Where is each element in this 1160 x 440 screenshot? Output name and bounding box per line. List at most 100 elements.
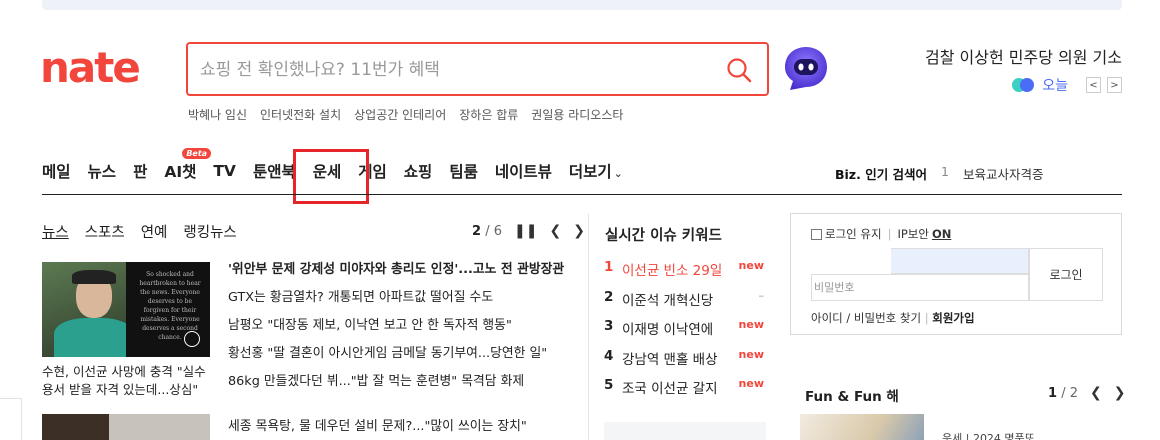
realtime-rank: 5 bbox=[604, 377, 614, 393]
today-label[interactable]: 오늘 bbox=[1042, 75, 1068, 95]
nav-more[interactable]: 더보기 ⌄ bbox=[569, 160, 623, 182]
realtime-item[interactable]: 2 이준석 개혁신당 – bbox=[604, 289, 764, 319]
keyword-link[interactable]: 상업공간 인테리어 bbox=[354, 106, 446, 123]
realtime-word: 이재명 이낙연에 bbox=[622, 322, 714, 338]
find-account-link[interactable]: 아이디 / 비밀번호 찾기 bbox=[811, 311, 921, 325]
news-headline[interactable]: 남평오 "대장동 제보, 이낙연 보고 안 한 독자적 행동" bbox=[228, 317, 568, 345]
today-prev-button[interactable]: < bbox=[1086, 77, 1101, 93]
news-pager: 2 / 6 ❚❚ ❮ ❯ bbox=[472, 223, 585, 239]
nate-logo[interactable]: nate bbox=[40, 43, 162, 92]
news-headline[interactable]: 세종 목욕탕, 물 데우던 설비 문제?..."많이 쓰이는 장치" bbox=[228, 415, 527, 434]
realtime-item[interactable]: 5 조국 이선균 갈지 new bbox=[604, 377, 764, 407]
headline-news-link[interactable]: 검찰 이상헌 민주당 의원 기소 bbox=[925, 44, 1122, 68]
nav-tv[interactable]: TV bbox=[213, 162, 236, 180]
keyword-link[interactable]: 인터넷전화 설치 bbox=[260, 106, 341, 123]
realtime-title: 실시간 이슈 키워드 bbox=[605, 228, 722, 244]
join-link[interactable]: 회원가입 bbox=[932, 311, 974, 325]
side-floating-tab[interactable] bbox=[0, 398, 22, 440]
realtime-status: new bbox=[738, 318, 764, 331]
realtime-status: new bbox=[738, 259, 764, 272]
top-banner-strip bbox=[42, 0, 1122, 10]
keyword-link[interactable]: 권일용 라디오스타 bbox=[531, 106, 623, 123]
keyword-link[interactable]: 장하은 합류 bbox=[459, 106, 518, 123]
today-dots-icon bbox=[1012, 77, 1036, 93]
next-arrow-icon[interactable]: ❯ bbox=[1114, 385, 1126, 401]
ip-security-label: IP보안 bbox=[897, 227, 929, 241]
next-arrow-icon[interactable]: ❯ bbox=[573, 223, 585, 239]
realtime-item[interactable]: 1 이선균 빈소 29일 new bbox=[604, 259, 764, 289]
biz-popular-search: Biz. 인기 검색어 1 보육교사자격증 bbox=[835, 164, 1044, 183]
realtime-rank: 4 bbox=[604, 347, 614, 364]
news-thumbnail-caption[interactable]: 수현, 이선균 사망에 충격 "실수 용서 받을 자격 있는데...상심" bbox=[42, 363, 214, 399]
fun-section-title: Fun & Fun 해 bbox=[805, 389, 899, 405]
fun-item-title[interactable]: 운세 | 2024 명품또 bbox=[942, 430, 1035, 440]
realtime-rank: 1 bbox=[604, 259, 614, 275]
news-list: '위안부 문제 강제성 미야자와 총리도 인정'...고노 전 관방장관 GTX… bbox=[228, 261, 568, 401]
recommended-keywords: 박혜나 임신 인터넷전화 설치 상업공간 인테리어 장하은 합류 권일용 라디오… bbox=[188, 106, 623, 123]
keep-login-checkbox[interactable] bbox=[811, 228, 822, 240]
beta-badge: Beta bbox=[182, 148, 212, 159]
search-box bbox=[186, 42, 769, 96]
fun-thumbnail[interactable] bbox=[800, 414, 924, 440]
prev-arrow-icon[interactable]: ❮ bbox=[1090, 385, 1102, 401]
prev-arrow-icon[interactable]: ❮ bbox=[549, 223, 561, 239]
chevron-down-icon: ⌄ bbox=[613, 167, 623, 180]
nav-news[interactable]: 뉴스 bbox=[88, 160, 117, 182]
fun-page-indicator: 1 / 2 bbox=[1048, 385, 1078, 401]
news-thumbnail[interactable]: So shocked and heartbroken to hear the n… bbox=[42, 262, 210, 357]
realtime-item[interactable]: 3 이재명 이낙연에 new bbox=[604, 318, 764, 348]
news-page-indicator: 2 / 6 bbox=[472, 223, 502, 239]
nav-mail[interactable]: 메일 bbox=[42, 160, 71, 182]
nav-ai-chat-label: AI챗 bbox=[164, 163, 197, 181]
realtime-status: – bbox=[758, 288, 765, 302]
realtime-rank: 3 bbox=[604, 318, 614, 334]
today-widget: 오늘 < > bbox=[1012, 75, 1122, 95]
news-headline[interactable]: GTX는 황금열차? 개통되면 아파트값 떨어질 수도 bbox=[228, 289, 568, 317]
nav-pann[interactable]: 판 bbox=[133, 160, 147, 182]
realtime-item[interactable]: 4 강남역 맨홀 배상 new bbox=[604, 348, 764, 378]
keyword-link[interactable]: 박혜나 임신 bbox=[188, 106, 247, 123]
login-box: 로그인 유지 | IP보안 ON 비밀번호 로그인 아이디 / 비밀번호 찾기 … bbox=[790, 213, 1122, 335]
today-next-button[interactable]: > bbox=[1107, 77, 1122, 93]
password-field[interactable]: 비밀번호 bbox=[811, 274, 1029, 301]
tab-entertainment[interactable]: 연예 bbox=[141, 221, 168, 242]
realtime-keyword-list: 1 이선균 빈소 29일 new 2 이준석 개혁신당 – 3 이재명 이낙연에… bbox=[604, 259, 764, 407]
realtime-word: 강남역 맨홀 배상 bbox=[622, 351, 718, 368]
biz-label: Biz. 인기 검색어 bbox=[835, 167, 928, 182]
video-icon bbox=[184, 331, 200, 347]
section-divider bbox=[588, 214, 589, 440]
svg-text:nate: nate bbox=[40, 46, 139, 90]
nav-shopping[interactable]: 쇼핑 bbox=[404, 160, 433, 182]
news-headline[interactable]: 황선홍 "딸 결혼이 아시안게임 금메달 동기부여...당연한 일" bbox=[228, 345, 568, 373]
nav-nateview[interactable]: 네이트뷰 bbox=[495, 160, 552, 182]
realtime-word: 이준석 개혁신당 bbox=[622, 292, 714, 309]
realtime-word: 조국 이선균 갈지 bbox=[622, 381, 718, 397]
realtime-footer-box bbox=[604, 422, 766, 440]
news-headline[interactable]: '위안부 문제 강제성 미야자와 총리도 인정'...고노 전 관방장관 bbox=[228, 261, 568, 289]
tab-sports[interactable]: 스포츠 bbox=[85, 221, 125, 242]
news-tabs: 뉴스 스포츠 연예 랭킹뉴스 bbox=[42, 221, 237, 242]
search-input[interactable] bbox=[200, 57, 700, 83]
search-icon[interactable] bbox=[725, 56, 753, 84]
login-links: 아이디 / 비밀번호 찾기 | 회원가입 bbox=[811, 311, 975, 325]
fun-pager: 1 / 2 ❮ ❯ bbox=[1048, 385, 1125, 401]
realtime-word: 이선균 빈소 29일 bbox=[622, 263, 723, 279]
fortune-highlight-box bbox=[293, 149, 369, 204]
biz-keyword[interactable]: 보육교사자격증 bbox=[963, 164, 1044, 183]
nav-toon-book[interactable]: 툰앤북 bbox=[253, 160, 296, 182]
ip-security-toggle[interactable]: ON bbox=[932, 227, 951, 241]
pause-icon[interactable]: ❚❚ bbox=[514, 223, 537, 239]
nav-teamroom[interactable]: 팀룸 bbox=[449, 160, 478, 182]
realtime-rank: 2 bbox=[604, 288, 614, 305]
ai-chatbot-icon[interactable] bbox=[782, 44, 830, 92]
tab-news[interactable]: 뉴스 bbox=[42, 221, 69, 242]
login-button[interactable]: 로그인 bbox=[1029, 248, 1103, 301]
keep-login-label[interactable]: 로그인 유지 bbox=[825, 226, 882, 242]
tab-ranking-news[interactable]: 랭킹뉴스 bbox=[183, 221, 236, 242]
nav-ai-chat[interactable]: AI챗 Beta bbox=[164, 148, 212, 182]
news-headline[interactable]: 86kg 만들겠다던 뷔..."밥 잘 먹는 훈련병" 목격담 화제 bbox=[228, 373, 568, 401]
realtime-status: new bbox=[738, 347, 764, 361]
news-thumbnail[interactable] bbox=[42, 414, 210, 440]
nav-divider bbox=[42, 194, 1122, 195]
id-field-mask bbox=[805, 248, 891, 274]
